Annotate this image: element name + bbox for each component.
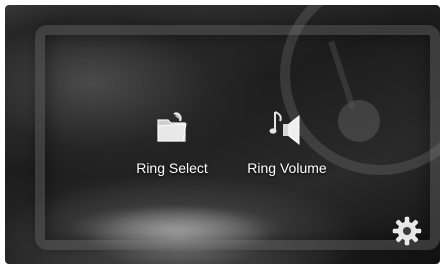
ring-select-button[interactable]: Ring Select [107, 108, 237, 176]
background-glow-decoration [65, 204, 285, 254]
music-speaker-icon [269, 111, 300, 146]
ring-select-label: Ring Select [136, 160, 208, 176]
ring-volume-button[interactable]: Ring Volume [222, 108, 352, 176]
gear-icon [392, 216, 422, 246]
folder-icon [157, 112, 187, 142]
ring-volume-label: Ring Volume [247, 160, 327, 176]
screen: Ring Select Ring Volume [5, 5, 440, 264]
settings-button[interactable] [392, 216, 422, 246]
